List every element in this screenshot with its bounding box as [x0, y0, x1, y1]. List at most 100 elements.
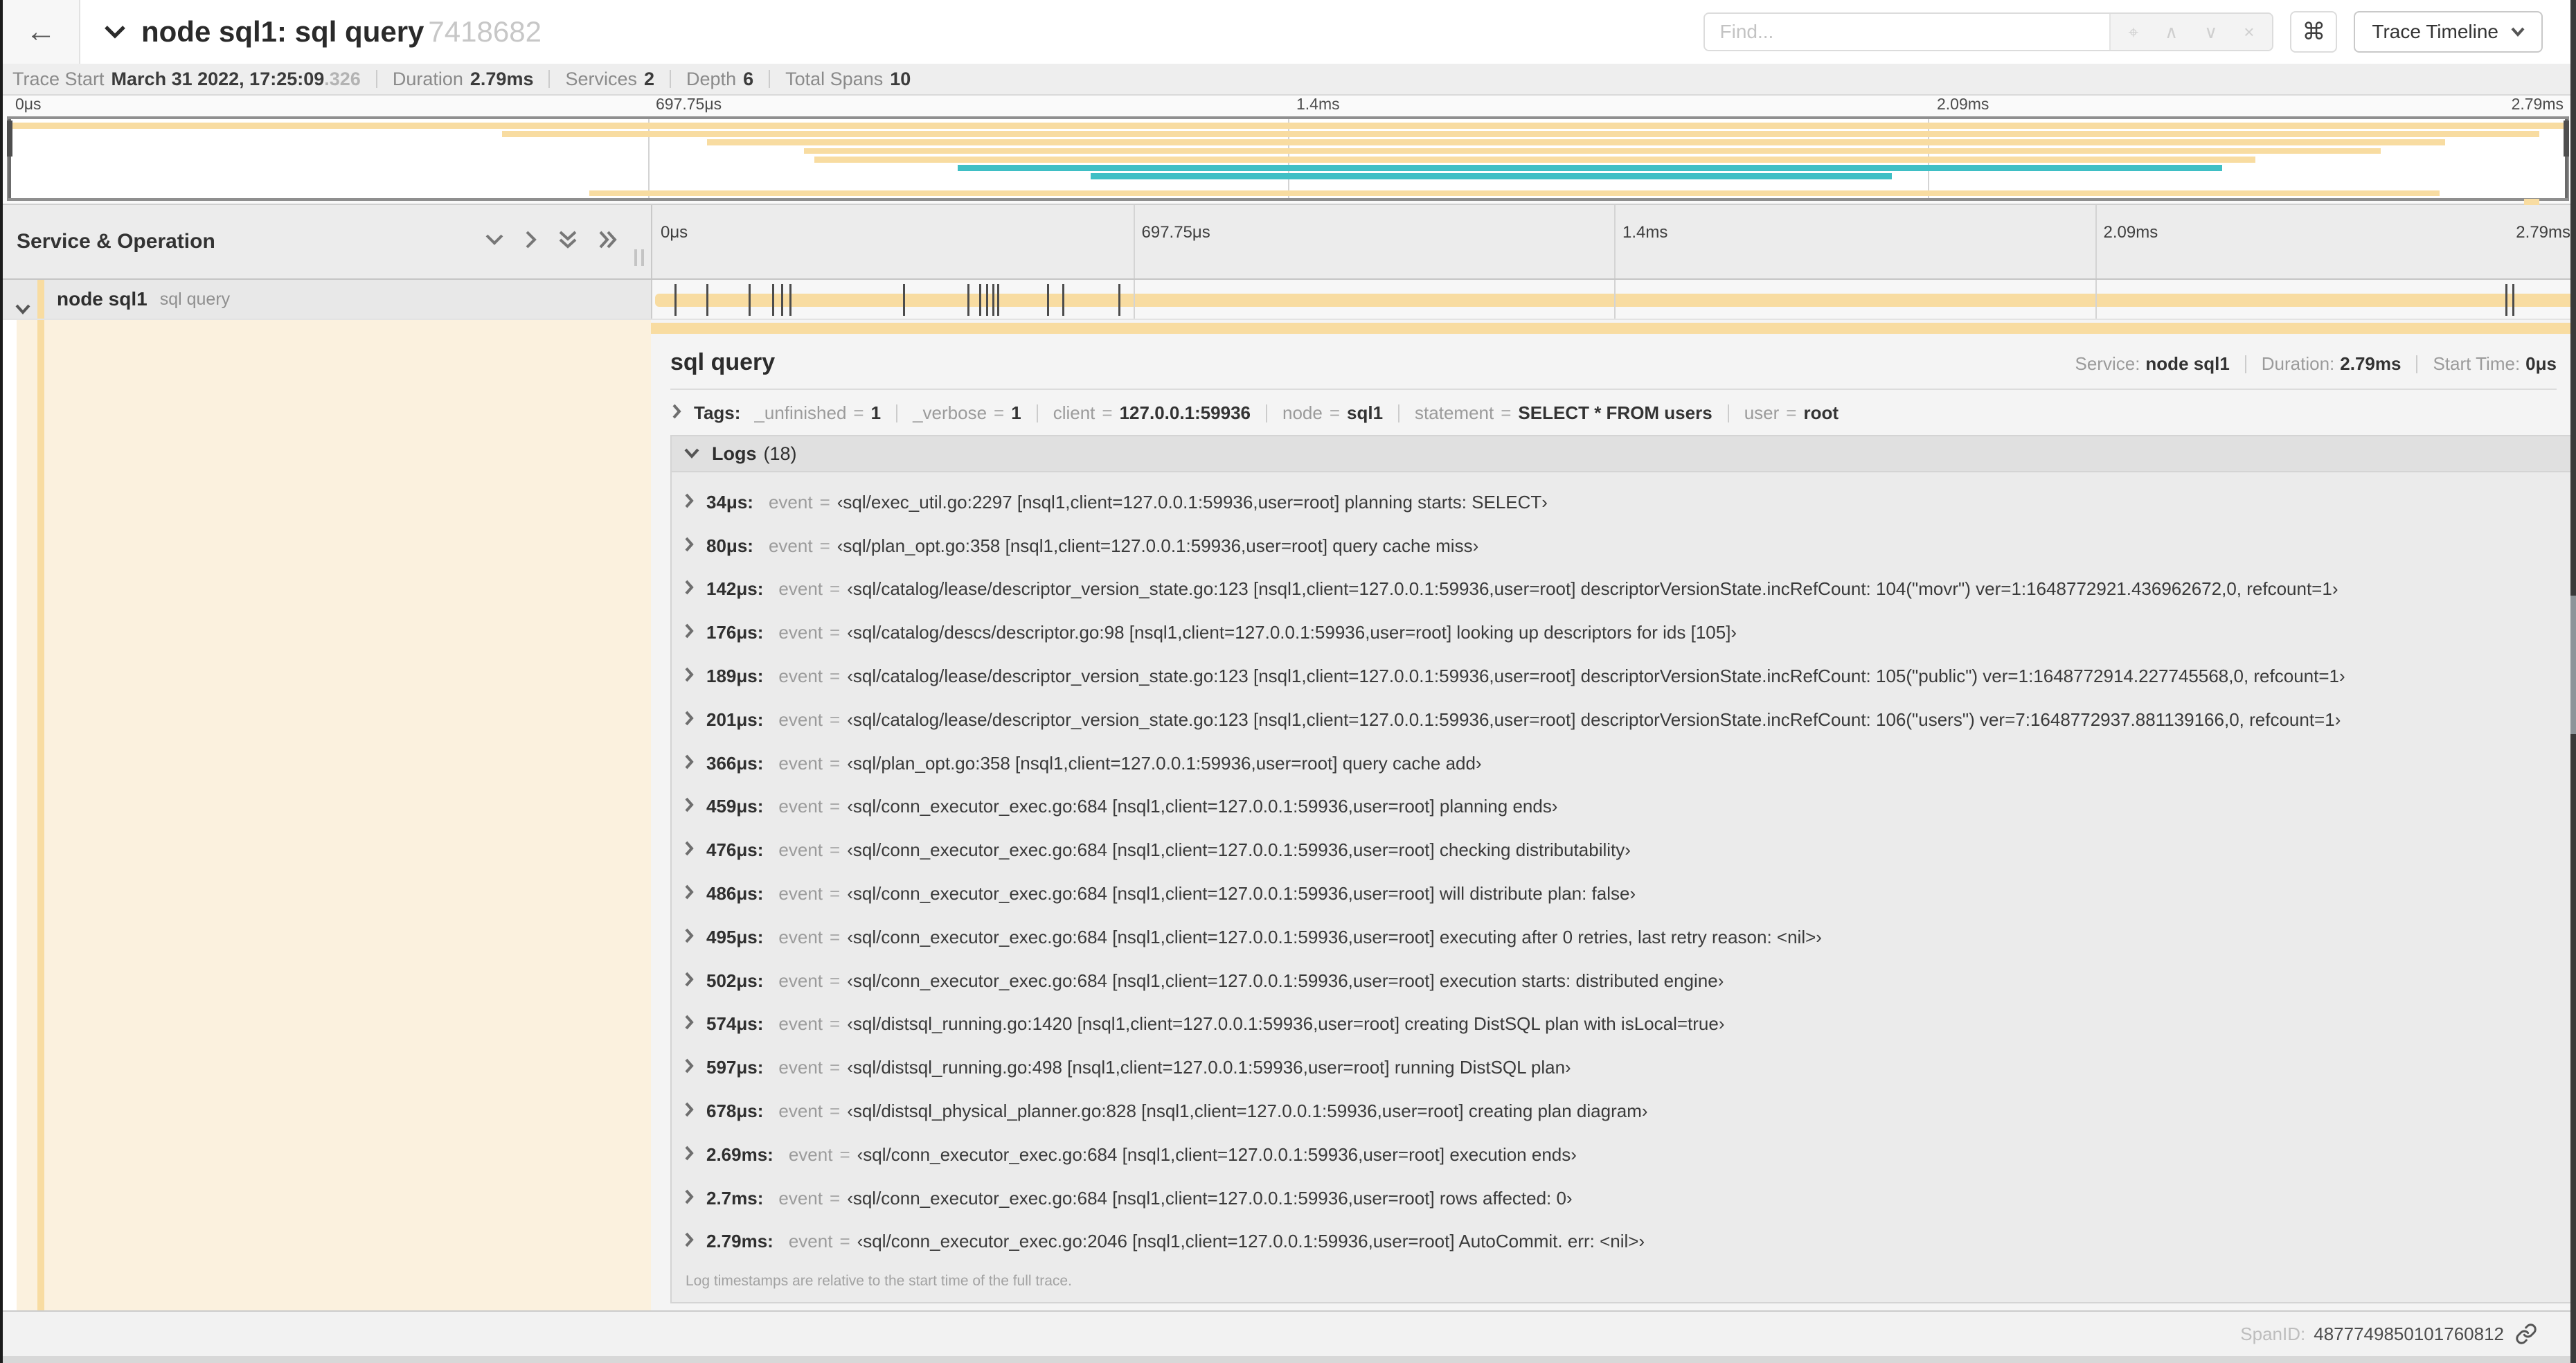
log-entry[interactable]: 502μs: event = ‹sql/conn_executor_exec.go:6…	[684, 959, 2570, 1003]
log-marker-tick[interactable]	[1062, 284, 1065, 316]
log-entry[interactable]: 201μs: event = ‹sql/catalog/lease/descripto…	[684, 698, 2570, 742]
log-expander[interactable]	[684, 1013, 694, 1035]
log-entry[interactable]: 2.79ms: event = ‹sql/conn_executor_exec.go:…	[684, 1220, 2570, 1264]
log-expander[interactable]	[684, 1188, 694, 1209]
scrollbar-thumb[interactable]	[2570, 596, 2576, 734]
window-scrollbar[interactable]	[2570, 0, 2576, 1363]
log-marker-tick[interactable]	[781, 284, 784, 316]
log-entry[interactable]: 495μs: event = ‹sql/conn_executor_exec.go:6…	[684, 916, 2570, 959]
minimap-viewing-layer[interactable]	[7, 116, 2569, 205]
tag-item: node = sql1	[1282, 402, 1383, 424]
logs-header[interactable]: Logs (18)	[672, 436, 2570, 472]
log-timestamp: 502μs:	[706, 970, 764, 991]
chevron-right-icon	[685, 798, 694, 812]
log-expander[interactable]	[684, 753, 694, 774]
back-button[interactable]: ←	[3, 0, 80, 64]
log-expander[interactable]	[684, 1231, 694, 1252]
log-entry[interactable]: 176μs: event = ‹sql/catalog/descs/descripto…	[684, 611, 2570, 654]
span-detail-header: sql query Service: node sql1 Duration: 2.7…	[651, 334, 2576, 376]
log-marker-tick[interactable]	[1046, 284, 1049, 316]
log-expander[interactable]	[684, 839, 694, 861]
log-marker-tick[interactable]	[967, 284, 970, 316]
log-entry[interactable]: 142μs: event = ‹sql/catalog/lease/descripto…	[684, 568, 2570, 612]
log-expander[interactable]	[684, 666, 694, 687]
log-entry[interactable]: 574μs: event = ‹sql/distsql_running.go:1420…	[684, 1003, 2570, 1046]
log-marker-tick[interactable]	[996, 284, 999, 316]
log-entry[interactable]: 189μs: event = ‹sql/catalog/lease/descripto…	[684, 654, 2570, 698]
log-marker-tick[interactable]	[749, 284, 751, 316]
log-marker-tick[interactable]	[2512, 284, 2515, 316]
minimap-span-bar	[804, 148, 2381, 154]
scrubber-handle[interactable]	[2564, 121, 2569, 157]
equals-sign: =	[1102, 402, 1113, 423]
minimap-right-scrubber[interactable]	[2564, 119, 2569, 198]
log-field-value: ‹sql/conn_executor_exec.go:684 [nsql1,cl…	[847, 970, 1724, 991]
log-entry[interactable]: 459μs: event = ‹sql/conn_executor_exec.go:6…	[684, 785, 2570, 829]
log-entry[interactable]: 486μs: event = ‹sql/conn_executor_exec.go:6…	[684, 872, 2570, 916]
log-expander[interactable]	[684, 1144, 694, 1166]
span-collapse-chevron[interactable]	[15, 295, 30, 321]
expand-all-icon[interactable]	[598, 230, 618, 249]
search-input[interactable]	[1704, 14, 2109, 50]
logs-title: Logs	[712, 443, 757, 464]
log-expander[interactable]	[684, 492, 694, 513]
expand-one-icon[interactable]	[525, 230, 537, 249]
log-expander[interactable]	[684, 796, 694, 817]
span-detail-left-column	[3, 320, 651, 1310]
log-entry[interactable]: 80μs: event = ‹sql/plan_opt.go:358 [nsql1,c…	[684, 524, 2570, 568]
tags-accordion[interactable]: Tags: _unfinished = 1 _verbose = 1 client = 127.…	[651, 390, 2576, 424]
log-marker-tick[interactable]	[674, 284, 677, 316]
log-expander[interactable]	[684, 883, 694, 905]
log-marker-tick[interactable]	[772, 284, 775, 316]
log-marker-tick[interactable]	[1118, 284, 1121, 316]
service-color-stripe	[37, 320, 44, 1310]
collapse-all-icon[interactable]	[558, 230, 578, 249]
log-marker-tick[interactable]	[706, 284, 708, 316]
span-timeline-cell	[651, 280, 2576, 319]
log-marker-tick[interactable]	[903, 284, 906, 316]
column-resize-handle[interactable]	[634, 249, 644, 266]
log-entry[interactable]: 2.7ms: event = ‹sql/conn_executor_exec.go:6…	[684, 1177, 2570, 1220]
log-expander[interactable]	[684, 1101, 694, 1122]
tags-expander[interactable]	[672, 402, 681, 424]
log-expander[interactable]	[684, 1057, 694, 1078]
prev-result-icon[interactable]: ∧	[2165, 23, 2178, 41]
scrubber-handle[interactable]	[7, 121, 12, 157]
log-marker-tick[interactable]	[985, 284, 988, 316]
collapse-trace-chevron[interactable]	[104, 25, 126, 39]
log-entry[interactable]: 597μs: event = ‹sql/distsql_running.go:498 …	[684, 1046, 2570, 1089]
log-entry[interactable]: 678μs: event = ‹sql/distsql_physical_planne…	[684, 1089, 2570, 1133]
log-expander[interactable]	[684, 578, 694, 600]
log-field-value: ‹sql/distsql_running.go:498 [nsql1,clien…	[847, 1057, 1571, 1078]
divider	[375, 70, 377, 88]
log-expander[interactable]	[684, 927, 694, 948]
minimap-left-scrubber[interactable]	[7, 119, 12, 198]
next-result-icon[interactable]: ∨	[2204, 23, 2217, 41]
span-detail-meta: Service: node sql1 Duration: 2.79ms Start …	[2075, 353, 2557, 375]
span-name-cell[interactable]: node sql1 sql query	[3, 280, 651, 319]
locate-icon[interactable]: ⌖	[2129, 23, 2139, 41]
log-expander[interactable]	[684, 535, 694, 557]
log-marker-tick[interactable]	[992, 284, 994, 316]
log-entry[interactable]: 34μs: event = ‹sql/exec_util.go:2297 [nsql1…	[684, 481, 2570, 524]
log-field-key: event	[778, 709, 823, 730]
log-marker-tick[interactable]	[789, 284, 792, 316]
span-id-value: 4877749850101760812	[2314, 1323, 2504, 1344]
log-expander[interactable]	[684, 970, 694, 992]
log-entry[interactable]: 366μs: event = ‹sql/plan_opt.go:358 [nsql1,…	[684, 742, 2570, 785]
log-expander[interactable]	[684, 622, 694, 643]
keyboard-shortcuts-button[interactable]: ⌘	[2290, 11, 2338, 53]
trace-timeline-page: ← node sql1: sql query7418682 ⌖ ∧ ∨ × ⌘	[0, 0, 2576, 1363]
axis-tick-label: 2.79ms	[2516, 223, 2570, 242]
log-marker-tick[interactable]	[978, 284, 981, 316]
log-entry[interactable]: 476μs: event = ‹sql/conn_executor_exec.go:6…	[684, 828, 2570, 872]
view-options-button[interactable]: Trace Timeline	[2354, 11, 2543, 53]
collapse-one-icon[interactable]	[485, 233, 504, 246]
tag-item: _unfinished = 1	[754, 402, 881, 424]
log-expander[interactable]	[684, 709, 694, 731]
clear-search-icon[interactable]: ×	[2244, 23, 2254, 41]
log-field-value: ‹sql/conn_executor_exec.go:684 [nsql1,cl…	[847, 926, 1822, 947]
log-marker-tick[interactable]	[2505, 284, 2508, 316]
copy-link-icon[interactable]	[2515, 1323, 2537, 1345]
log-entry[interactable]: 2.69ms: event = ‹sql/conn_executor_exec.go:…	[684, 1133, 2570, 1177]
